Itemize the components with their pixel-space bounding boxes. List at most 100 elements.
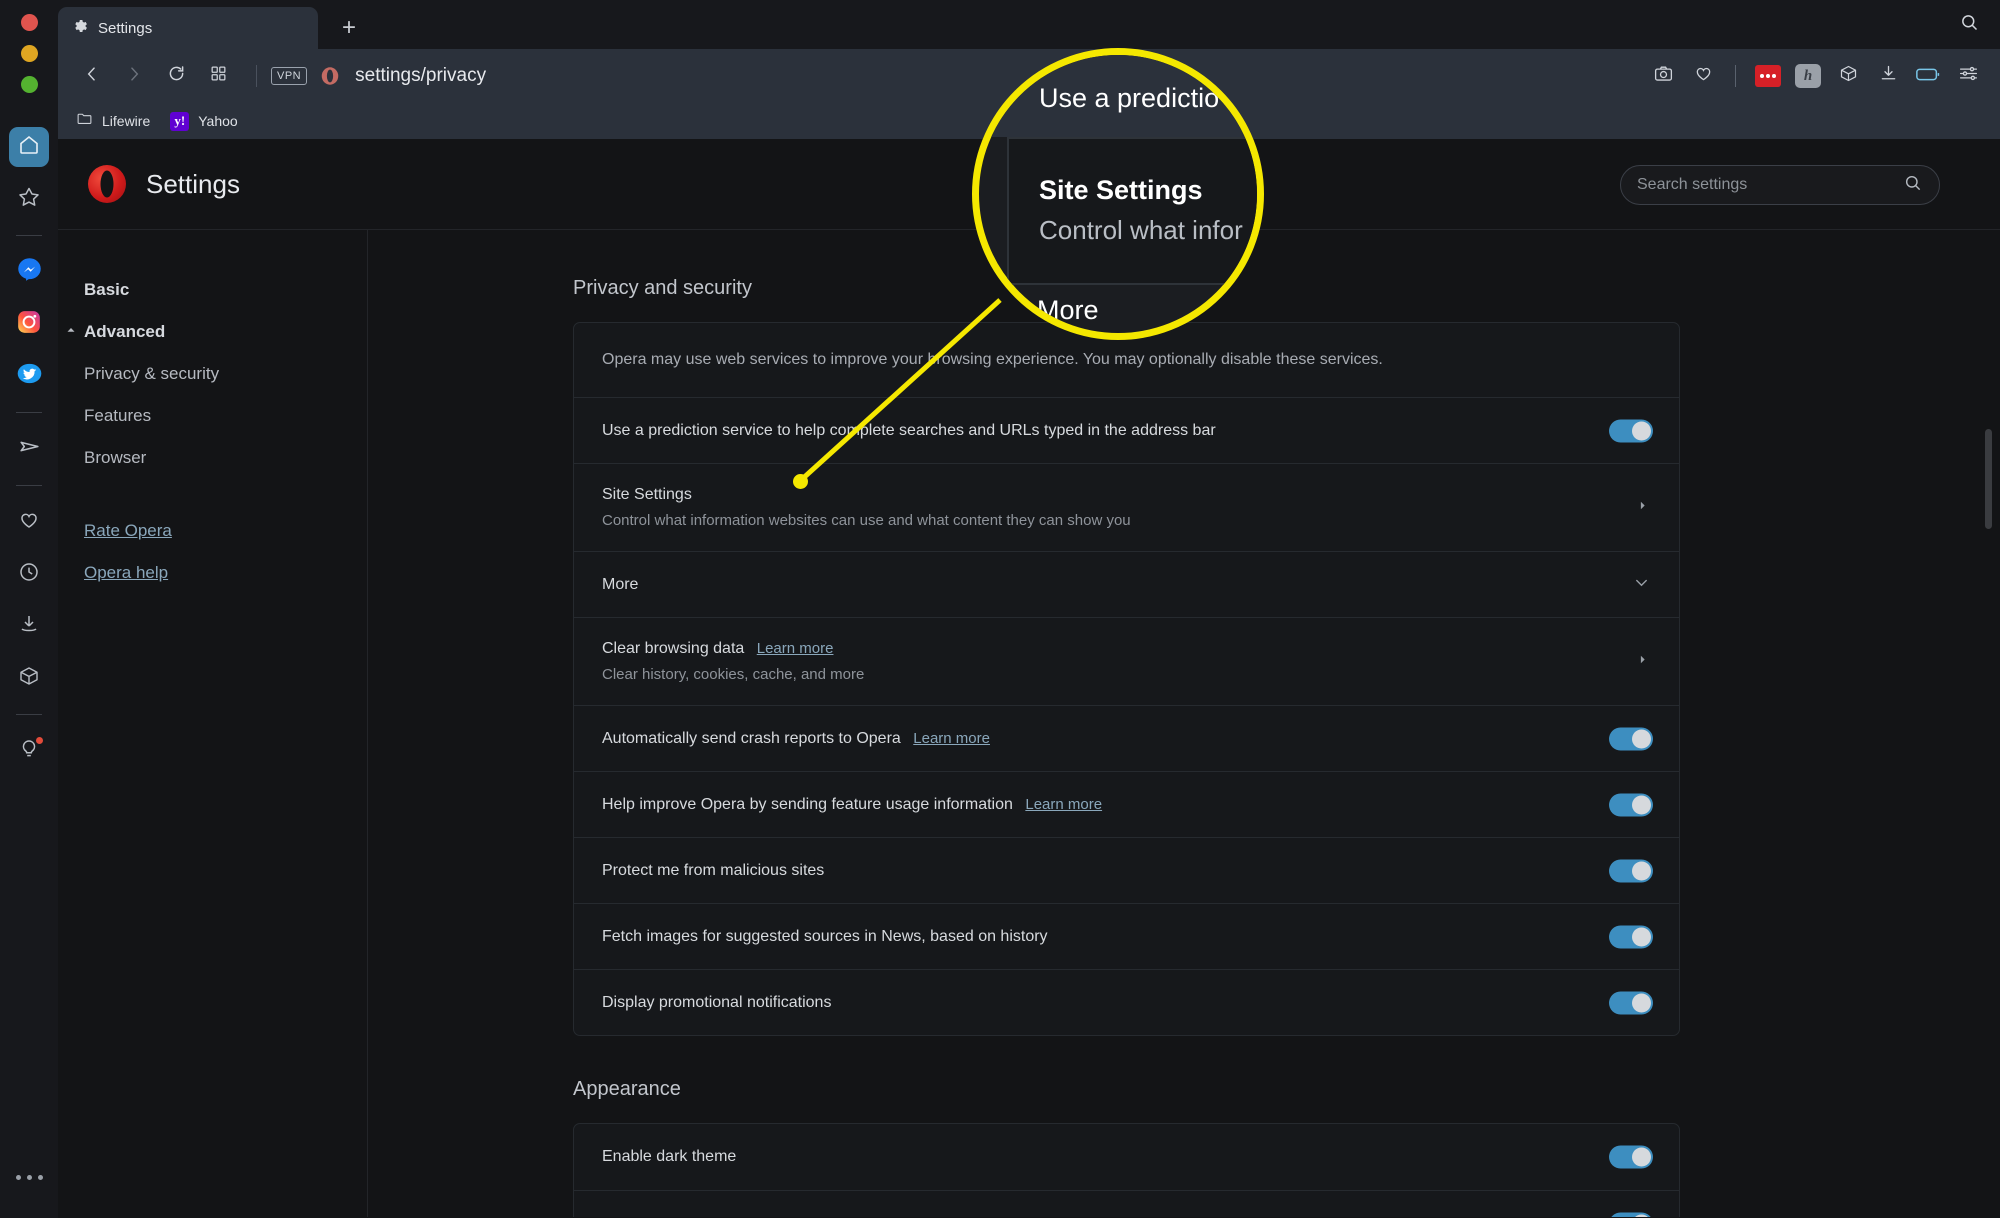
- twitter-icon: [16, 360, 43, 392]
- settings-nav-features[interactable]: Features: [58, 395, 367, 437]
- sidebar-item-favorites[interactable]: [9, 179, 49, 219]
- toggle-malicious-sites[interactable]: [1609, 859, 1653, 883]
- row-title: Fetch images for suggested sources in Ne…: [602, 927, 1048, 945]
- maximize-window-button[interactable]: [20, 76, 38, 93]
- row-title: Help improve Opera by sending feature us…: [602, 796, 1619, 814]
- search-icon: [1903, 173, 1923, 198]
- sidebar-item-instagram[interactable]: [9, 304, 49, 344]
- sidebar-item-bookmarks[interactable]: [9, 502, 49, 542]
- row-title: Enable dark theme: [602, 1148, 737, 1166]
- search-input[interactable]: [1637, 176, 1903, 194]
- sidebar-item-history[interactable]: [9, 554, 49, 594]
- tab-search-button[interactable]: [1954, 10, 1984, 40]
- content-scrollbar[interactable]: [1985, 429, 1992, 529]
- row-enable-dark-theme[interactable]: Enable dark theme: [574, 1124, 1679, 1190]
- sidebar-overflow-button[interactable]: [0, 1175, 58, 1180]
- learn-more-link[interactable]: Learn more: [757, 640, 834, 657]
- row-prediction-service[interactable]: Use a prediction service to help complet…: [574, 397, 1679, 463]
- chevron-left-icon: [82, 64, 102, 89]
- tab-settings[interactable]: Settings: [58, 7, 318, 49]
- toggle-feature-usage[interactable]: [1609, 793, 1653, 817]
- row-crash-reports[interactable]: Automatically send crash reports to Oper…: [574, 705, 1679, 771]
- search-icon: [1959, 12, 1980, 38]
- dot: [1772, 74, 1776, 78]
- battery-saver-button[interactable]: [1912, 60, 1944, 92]
- close-window-button[interactable]: [20, 14, 38, 31]
- new-tab-button[interactable]: +: [333, 12, 365, 44]
- row-site-settings[interactable]: Site Settings Control what information w…: [574, 463, 1679, 551]
- row-clear-browsing-data[interactable]: Clear browsing data Learn more Clear his…: [574, 617, 1679, 705]
- grammarly-extension-button[interactable]: h: [1792, 60, 1824, 92]
- easy-setup-button[interactable]: [1952, 60, 1984, 92]
- toggle-fetch-news-images[interactable]: [1609, 925, 1653, 949]
- dot: [26, 1175, 32, 1180]
- settings-nav-basic[interactable]: Basic: [58, 269, 367, 311]
- toggle-promotional-notifications[interactable]: [1609, 991, 1653, 1015]
- rate-opera-link[interactable]: Rate Opera: [84, 521, 367, 541]
- dot: [15, 1175, 21, 1180]
- window-controls: [20, 14, 38, 93]
- learn-more-link[interactable]: Learn more: [1025, 796, 1102, 813]
- sidebar-divider: [16, 235, 42, 236]
- settings-search[interactable]: [1620, 165, 1940, 205]
- row-title: Automatically send crash reports to Oper…: [602, 730, 1619, 748]
- minimize-window-button[interactable]: [20, 45, 38, 62]
- adblock-extension-button[interactable]: [1752, 60, 1784, 92]
- row-appearance-next[interactable]: [574, 1190, 1679, 1217]
- settings-nav-browser[interactable]: Browser: [58, 437, 367, 479]
- settings-nav-privacy-security[interactable]: Privacy & security: [58, 353, 367, 395]
- tab-title: Settings: [98, 19, 153, 37]
- clock-icon: [17, 560, 41, 589]
- sidebar-item-messenger[interactable]: [9, 252, 49, 292]
- row-malicious-sites[interactable]: Protect me from malicious sites: [574, 837, 1679, 903]
- toggle-appearance-next[interactable]: [1609, 1212, 1653, 1217]
- bookmark-yahoo[interactable]: y! Yahoo: [170, 111, 238, 131]
- section-title-privacy: Privacy and security: [573, 277, 752, 299]
- settings-content: Privacy and security Opera may use web s…: [368, 229, 2000, 1217]
- favorites-button[interactable]: [1687, 60, 1719, 92]
- forward-button[interactable]: [116, 58, 152, 94]
- reload-button[interactable]: [158, 58, 194, 94]
- section-title-appearance: Appearance: [573, 1078, 681, 1101]
- sidebar-item-telegram[interactable]: [9, 429, 49, 469]
- workspaces-button[interactable]: [200, 58, 236, 94]
- reload-icon: [166, 63, 187, 89]
- vpn-badge[interactable]: VPN: [271, 67, 308, 85]
- gear-icon: [72, 18, 88, 39]
- battery-icon: [1915, 64, 1941, 89]
- page-title: Settings: [146, 168, 240, 199]
- sidebar-divider: [16, 412, 42, 413]
- extensions-button[interactable]: [1832, 60, 1864, 92]
- row-fetch-news-images[interactable]: Fetch images for suggested sources in Ne…: [574, 903, 1679, 969]
- row-feature-usage[interactable]: Help improve Opera by sending feature us…: [574, 771, 1679, 837]
- toggle-prediction-service[interactable]: [1609, 419, 1653, 443]
- cube-icon: [17, 664, 41, 693]
- opera-help-link[interactable]: Opera help: [84, 563, 367, 583]
- grammarly-extension-icon: h: [1795, 64, 1821, 88]
- sidebar-item-extensions[interactable]: [9, 658, 49, 698]
- sidebar-item-tips[interactable]: [9, 731, 49, 771]
- toggle-crash-reports[interactable]: [1609, 727, 1653, 751]
- settings-nav-advanced[interactable]: Advanced: [58, 311, 367, 353]
- bookmarks-bar: Lifewire y! Yahoo: [58, 103, 2000, 139]
- chevron-up-icon: [64, 322, 78, 342]
- toggle-enable-dark-theme[interactable]: [1609, 1145, 1653, 1169]
- back-button[interactable]: [74, 58, 110, 94]
- sidebar-divider: [16, 714, 42, 715]
- row-title: Protect me from malicious sites: [602, 861, 825, 879]
- row-title-text: Help improve Opera by sending feature us…: [602, 795, 1013, 813]
- sidebar-item-twitter[interactable]: [9, 356, 49, 396]
- snapshot-button[interactable]: [1647, 60, 1679, 92]
- row-subtitle: Clear history, cookies, cache, and more: [602, 666, 865, 684]
- row-promotional-notifications[interactable]: Display promotional notifications: [574, 969, 1679, 1035]
- row-more[interactable]: More: [574, 551, 1679, 617]
- downloads-button[interactable]: [1872, 60, 1904, 92]
- sidebar-item-downloads[interactable]: [9, 606, 49, 646]
- opera-logo: [88, 165, 126, 203]
- camera-icon: [1653, 63, 1674, 89]
- learn-more-link[interactable]: Learn more: [913, 730, 990, 747]
- bookmark-lifewire[interactable]: Lifewire: [76, 110, 150, 132]
- sidebar-item-home[interactable]: [9, 127, 49, 167]
- appearance-settings-card: Enable dark theme: [573, 1123, 1680, 1217]
- address-bar[interactable]: settings/privacy: [355, 65, 486, 87]
